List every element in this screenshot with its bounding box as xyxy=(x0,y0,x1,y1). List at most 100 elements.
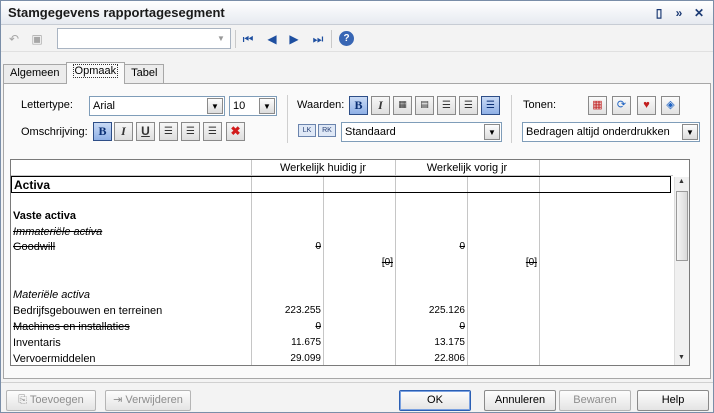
align-center-button[interactable]: ☰ xyxy=(181,122,200,141)
tab-strip: Algemeen Opmaak Tabel xyxy=(3,62,165,84)
column-header: Werkelijk vorig jr xyxy=(426,162,508,174)
toevoegen-label: Toevoegen xyxy=(29,394,84,406)
add-row-icon: ⎘ xyxy=(18,394,30,406)
section-row[interactable]: Activa xyxy=(11,176,671,193)
section-separator xyxy=(511,95,512,143)
values-align-center-button[interactable]: ☰ xyxy=(459,96,478,115)
underline-button[interactable]: U xyxy=(136,122,155,141)
row-label[interactable]: Vervoermiddelen xyxy=(13,353,96,365)
row-label[interactable]: Machines en installaties xyxy=(13,321,130,333)
collapse-icon[interactable]: » xyxy=(671,5,687,21)
table-icon[interactable]: ▦ xyxy=(588,96,607,115)
tab-opmaak[interactable]: Opmaak xyxy=(65,62,126,84)
fill-icon[interactable]: ◈ xyxy=(661,96,680,115)
next-record-icon[interactable]: ▶ xyxy=(285,30,303,48)
help-icon[interactable]: ? xyxy=(339,31,354,46)
scroll-down-icon[interactable]: ▼ xyxy=(678,354,685,361)
chevron-down-icon: ▼ xyxy=(207,98,223,114)
row-label[interactable]: Inventaris xyxy=(13,337,61,349)
chevron-down-icon: ▼ xyxy=(682,124,698,140)
footer-divider xyxy=(1,382,713,383)
cell-value: 0 xyxy=(315,321,321,332)
row-label[interactable]: Materiële activa xyxy=(13,289,90,301)
cell-value: 0 xyxy=(459,241,465,252)
cell-value: [0] xyxy=(381,257,393,268)
chevron-down-icon: ▼ xyxy=(259,98,275,114)
dock-icon[interactable]: ▯ xyxy=(651,5,667,21)
values-underline-button[interactable]: ▤ xyxy=(415,96,434,115)
font-size-value: 10 xyxy=(233,100,246,112)
bold-button[interactable]: B xyxy=(93,122,112,141)
font-value: Arial xyxy=(93,100,116,112)
tab-label: Tabel xyxy=(131,67,158,79)
toolbar-separator xyxy=(331,30,332,48)
scroll-up-icon[interactable]: ▲ xyxy=(678,178,685,185)
cell-value: 0 xyxy=(459,321,465,332)
refresh-icon[interactable]: ⟳ xyxy=(612,96,631,115)
help-button[interactable]: Help xyxy=(637,390,709,411)
waarden-label: Waarden: xyxy=(297,99,345,111)
vertical-scrollbar[interactable]: ▲ ▼ xyxy=(674,177,689,365)
remove-row-icon: ⇥ xyxy=(113,394,126,406)
align-right-button[interactable]: ☰ xyxy=(203,122,222,141)
font-size-select[interactable]: 10 ▼ xyxy=(229,96,277,116)
chevron-down-icon: ▼ xyxy=(484,124,500,140)
omschrijving-label: Omschrijving: xyxy=(21,126,88,138)
row-label[interactable]: Immateriële activa xyxy=(13,226,102,238)
tonen-select-value: Bedragen altijd onderdrukken xyxy=(526,126,670,138)
section-separator xyxy=(287,95,288,143)
toolbar: ↶ ▣ ▼ ⏮ ◀ ▶ ⏭ xyxy=(1,26,713,52)
chevron-down-icon: ▼ xyxy=(217,34,225,43)
cell-value: 225.126 xyxy=(428,305,465,316)
verwijderen-button[interactable]: ⇥ Verwijderen xyxy=(105,390,191,411)
close-icon[interactable]: ✕ xyxy=(691,5,707,21)
scroll-thumb[interactable] xyxy=(676,191,688,261)
cell-value: 11.675 xyxy=(291,337,321,348)
align-left-button[interactable]: ☰ xyxy=(159,122,178,141)
previous-record-icon[interactable]: ◀ xyxy=(263,30,281,48)
title-icons: ▯ » ✕ xyxy=(651,5,707,21)
window-title: Stamgegevens rapportagesegment xyxy=(8,5,225,20)
verwijderen-label: Verwijderen xyxy=(125,394,183,406)
tab-label: Algemeen xyxy=(10,67,60,79)
tab-tabel[interactable]: Tabel xyxy=(124,64,165,84)
annuleren-button[interactable]: Annuleren xyxy=(484,390,556,411)
undo-icon[interactable]: ↶ xyxy=(5,30,23,48)
values-italic-button[interactable]: I xyxy=(371,96,390,115)
font-select[interactable]: Arial ▼ xyxy=(89,96,225,116)
preview-grid: Werkelijk huidig jr Werkelijk vorig jr A… xyxy=(10,159,690,366)
ok-button[interactable]: OK xyxy=(399,390,471,411)
values-align-left-button[interactable]: ☰ xyxy=(437,96,456,115)
cell-value: 13.175 xyxy=(434,337,465,348)
rk-button[interactable]: RK xyxy=(318,124,336,137)
values-border-button[interactable]: ▦ xyxy=(393,96,412,115)
row-label[interactable]: Bedrijfsgebouwen en terreinen xyxy=(13,305,162,317)
clear-format-button[interactable]: ✖ xyxy=(226,122,245,141)
lk-button[interactable]: LK xyxy=(298,124,316,137)
filter-icon[interactable]: ♥ xyxy=(637,96,656,115)
cell-value: [0] xyxy=(525,257,537,268)
row-label[interactable]: Goodwill xyxy=(13,241,55,253)
waarden-select[interactable]: Standaard ▼ xyxy=(341,122,502,142)
tab-algemeen[interactable]: Algemeen xyxy=(3,64,67,84)
cell-value: 223.255 xyxy=(284,305,321,316)
save-icon[interactable]: ▣ xyxy=(28,30,46,48)
record-combo[interactable]: ▼ xyxy=(57,28,231,49)
values-bold-button[interactable]: B xyxy=(349,96,368,115)
row-label[interactable]: Vaste activa xyxy=(13,210,76,222)
tab-label: Opmaak xyxy=(72,64,119,78)
last-record-icon[interactable]: ⏭ xyxy=(309,30,327,48)
toevoegen-button[interactable]: ⎘ Toevoegen xyxy=(6,390,96,411)
italic-button[interactable]: I xyxy=(114,122,133,141)
cell-value: 0 xyxy=(315,241,321,252)
grid-divider xyxy=(323,176,324,365)
bewaren-button[interactable]: Bewaren xyxy=(559,390,631,411)
lettertype-label: Lettertype: xyxy=(21,99,73,111)
first-record-icon[interactable]: ⏮ xyxy=(239,30,257,48)
column-header: Werkelijk huidig jr xyxy=(280,162,366,174)
tonen-select[interactable]: Bedragen altijd onderdrukken ▼ xyxy=(522,122,700,142)
grid-divider xyxy=(467,176,468,365)
tonen-label: Tonen: xyxy=(523,99,557,111)
section-title: Activa xyxy=(14,178,51,192)
values-align-right-button[interactable]: ☰ xyxy=(481,96,500,115)
